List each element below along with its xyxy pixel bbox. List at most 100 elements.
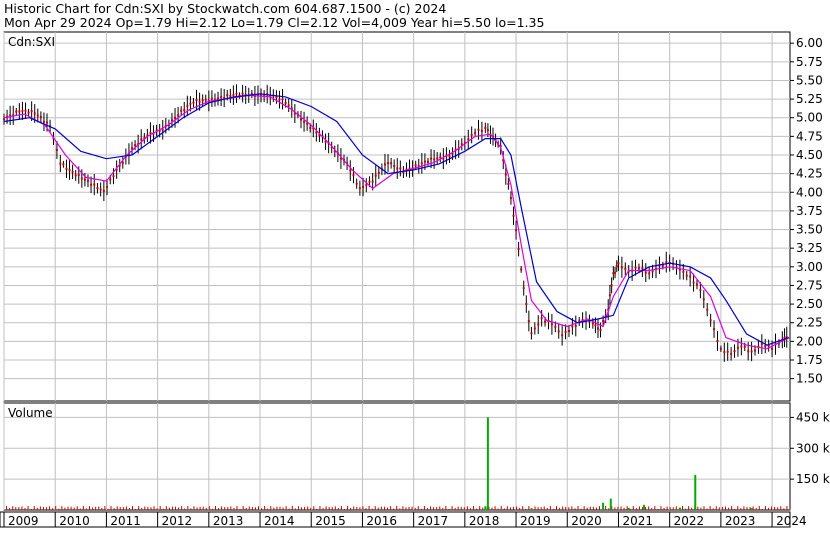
x-tick-label-2014: 2014: [264, 514, 295, 528]
price-close-dot: [177, 114, 180, 117]
price-close-dot: [201, 99, 204, 102]
price-close-dot: [608, 294, 611, 297]
price-close-dot: [24, 109, 27, 112]
price-close-dot: [374, 174, 377, 177]
price-close-dot: [637, 267, 640, 270]
price-close-dot: [733, 350, 736, 353]
price-close-dot: [134, 144, 137, 147]
price-close-dot: [651, 270, 654, 273]
price-close-dot: [192, 101, 195, 104]
price-close-dot: [309, 126, 312, 129]
price-close-dot: [186, 104, 189, 107]
price-close-dot: [716, 339, 719, 342]
price-close-dot: [229, 94, 232, 97]
price-close-dot: [695, 283, 698, 286]
price-close-dot: [55, 148, 58, 151]
price-close-dot: [226, 94, 229, 97]
price-close-dot: [3, 118, 5, 121]
price-close-dot: [448, 155, 451, 158]
price-close-dot: [530, 332, 533, 335]
price-close-dot: [564, 330, 567, 333]
price-tick-label: 5.00: [796, 111, 823, 125]
price-close-dot: [59, 162, 62, 165]
price-close-dot: [702, 298, 705, 301]
price-close-dot: [522, 287, 525, 290]
volume-tick-label: 150 k: [796, 472, 830, 486]
price-tick-label: 3.25: [796, 241, 823, 255]
price-close-dot: [349, 169, 352, 172]
price-close-dot: [80, 177, 83, 180]
price-close-dot: [15, 110, 18, 113]
x-tick-label-2013: 2013: [213, 514, 244, 528]
price-close-dot: [390, 162, 393, 165]
price-close-dot: [423, 160, 426, 163]
price-tick-label: 1.75: [796, 353, 823, 367]
price-close-dot: [692, 281, 695, 284]
x-tick-label-2017: 2017: [418, 514, 449, 528]
price-close-dot: [730, 352, 733, 355]
price-tick-label: 2.50: [796, 297, 823, 311]
price-close-dot: [467, 138, 470, 141]
price-close-dot: [71, 170, 74, 173]
volume-tick-label: 300 k: [796, 441, 830, 455]
price-close-dot: [195, 99, 198, 102]
price-tick-label: 3.75: [796, 204, 823, 218]
price-close-dot: [299, 118, 302, 121]
price-close-dot: [470, 133, 473, 136]
price-close-dot: [27, 111, 30, 114]
price-close-dot: [65, 167, 68, 170]
price-close-dot: [420, 162, 423, 165]
x-tick-label-2012: 2012: [162, 514, 193, 528]
price-close-dot: [183, 109, 186, 112]
price-close-dot: [371, 180, 374, 183]
price-close-dot: [685, 274, 688, 277]
price-tick-label: 4.25: [796, 167, 823, 181]
price-close-dot: [77, 174, 80, 177]
price-tick-label: 5.50: [796, 73, 823, 87]
price-close-dot: [426, 160, 429, 163]
price-close-dot: [414, 164, 417, 167]
price-close-dot: [574, 324, 577, 327]
price-close-dot: [754, 349, 757, 352]
x-tick-label-2010: 2010: [59, 514, 90, 528]
price-close-dot: [743, 345, 746, 348]
price-close-dot: [96, 187, 99, 190]
price-close-dot: [46, 121, 49, 124]
price-close-dot: [612, 272, 615, 275]
price-close-dot: [610, 284, 613, 287]
price-tick-label: 5.25: [796, 92, 823, 106]
price-close-dot: [554, 325, 557, 328]
price-close-dot: [561, 334, 564, 337]
price-close-dot: [624, 267, 627, 270]
price-close-dot: [241, 92, 244, 95]
price-close-dot: [517, 248, 520, 251]
price-close-dot: [747, 350, 750, 353]
price-tick-label: 3.50: [796, 223, 823, 237]
price-close-dot: [358, 187, 361, 190]
price-close-dot: [436, 157, 439, 160]
price-close-dot: [161, 128, 164, 131]
price-close-dot: [527, 319, 530, 322]
price-close-dot: [689, 275, 692, 278]
price-close-dot: [719, 347, 722, 350]
price-close-dot: [750, 350, 753, 353]
price-close-dot: [567, 330, 570, 333]
price-close-dot: [62, 163, 65, 166]
price-close-dot: [383, 163, 386, 166]
price-close-dot: [287, 104, 290, 107]
price-close-dot: [232, 94, 235, 97]
price-close-dot: [90, 183, 93, 186]
chart-page: Historic Chart for Cdn:SXI by Stockwatch…: [0, 0, 830, 543]
price-close-dot: [617, 262, 620, 265]
x-tick-label-2011: 2011: [110, 514, 141, 528]
price-close-dot: [602, 319, 605, 322]
price-close-dot: [220, 96, 223, 99]
price-close-dot: [596, 327, 599, 330]
price-close-dot: [550, 323, 553, 326]
x-tick-label-2021: 2021: [622, 514, 653, 528]
volume-panel-frame: [3, 402, 791, 511]
price-close-dot: [771, 347, 774, 350]
price-close-dot: [377, 171, 380, 174]
price-close-dot: [594, 324, 597, 327]
price-close-dot: [352, 174, 355, 177]
